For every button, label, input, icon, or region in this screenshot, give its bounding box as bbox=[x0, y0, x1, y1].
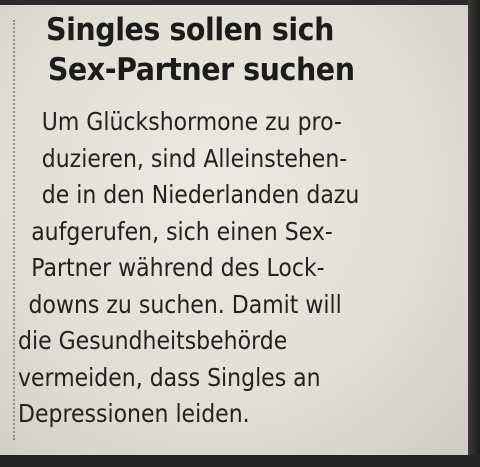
body-line-4: aufgerufen, sich einen Sex- bbox=[31, 216, 333, 246]
article-headline: Singles sollen sich Sex-Partner suchen bbox=[46, 10, 432, 90]
body-line-6: downs zu suchen. Damit will bbox=[28, 289, 342, 319]
body-line-3: de in den Niederlanden dazu bbox=[41, 180, 360, 209]
article-body: Um Glückshormone zu pro- duzieren, sind … bbox=[18, 104, 414, 433]
body-line-8: vermeiden, dass Singles an bbox=[18, 362, 321, 392]
body-line-7: die Gesundheitsbehörde bbox=[18, 326, 288, 355]
body-line-1: Um Glückshormone zu pro- bbox=[41, 107, 342, 136]
body-line-2: duzieren, sind Alleinstehen- bbox=[41, 143, 348, 173]
photo-edge-bottom bbox=[0, 455, 480, 467]
body-line-9: Depressionen leiden. bbox=[18, 399, 250, 428]
column-divider-dotted bbox=[13, 20, 15, 440]
photo-edge-right bbox=[468, 0, 480, 467]
photo-edge-top bbox=[0, 0, 480, 5]
headline-line-1: Singles sollen sich bbox=[46, 12, 334, 48]
body-line-5: Partner während des Lock- bbox=[31, 253, 325, 282]
newspaper-clipping-photo: Singles sollen sich Sex-Partner suchen U… bbox=[0, 0, 480, 467]
headline-line-2: Sex-Partner suchen bbox=[47, 52, 355, 88]
